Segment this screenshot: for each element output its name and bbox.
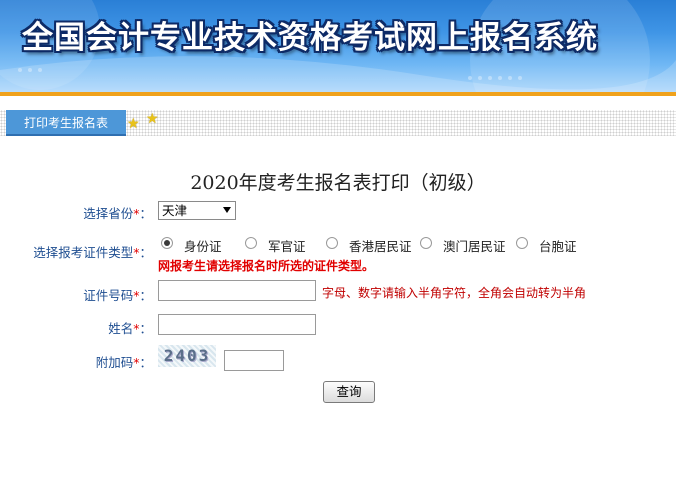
captcha-input[interactable] [224,350,284,371]
radio-button[interactable] [161,237,173,249]
tab-print-registration[interactable]: 打印考生报名表 [6,110,126,136]
province-selected-value: 天津 [162,203,188,218]
radio-label: 身份证 [184,239,222,254]
required-mark: * [133,206,140,221]
name-input[interactable] [158,314,316,335]
header-banner: 全国会计专业技术资格考试网上报名系统 [0,0,676,92]
radio-label: 澳门居民证 [443,239,506,254]
banner-divider [0,92,676,96]
required-mark: * [133,245,140,260]
radio-label: 台胞证 [539,239,577,254]
province-label-text: 选择省份 [83,206,134,221]
province-select[interactable]: 天津 [158,201,236,220]
cert-number-label-text: 证件号码 [83,288,134,303]
system-title: 全国会计专业技术资格考试网上报名系统 [22,20,598,56]
star-icon: ★ [127,116,140,132]
cert-number-label: 证件号码*： [83,288,152,303]
name-label-text: 姓名 [108,321,134,336]
required-mark: * [133,288,140,303]
province-label: 选择省份*： [83,206,152,221]
radio-label: 军官证 [268,239,306,254]
radio-label: 香港居民证 [349,239,412,254]
chevron-down-icon [223,207,231,213]
required-mark: * [133,355,140,370]
captcha-label: 附加码*： [95,355,152,370]
cert-type-label-text: 选择报考证件类型 [33,245,134,260]
page-title: 2020年度考生报名表打印（初级） [190,172,486,194]
query-button[interactable]: 查询 [323,381,375,403]
cert-number-input[interactable] [158,280,316,301]
cert-type-label: 选择报考证件类型*： [33,245,152,260]
radio-button[interactable] [516,237,528,249]
name-label: 姓名*： [108,321,152,336]
cert-type-warning: 网报考生请选择报名时所选的证件类型。 [158,259,375,273]
captcha-image[interactable]: 2403 [158,345,216,367]
captcha-label-text: 附加码 [95,355,134,370]
cert-number-hint: 字母、数字请输入半角字符，全角会自动转为半角 [322,286,587,300]
required-mark: * [133,321,140,336]
star-icon: ★ [146,111,159,127]
radio-button[interactable] [326,237,338,249]
radio-button[interactable] [245,237,257,249]
tab-bar: 打印考生报名表 [0,110,676,136]
radio-button[interactable] [420,237,432,249]
